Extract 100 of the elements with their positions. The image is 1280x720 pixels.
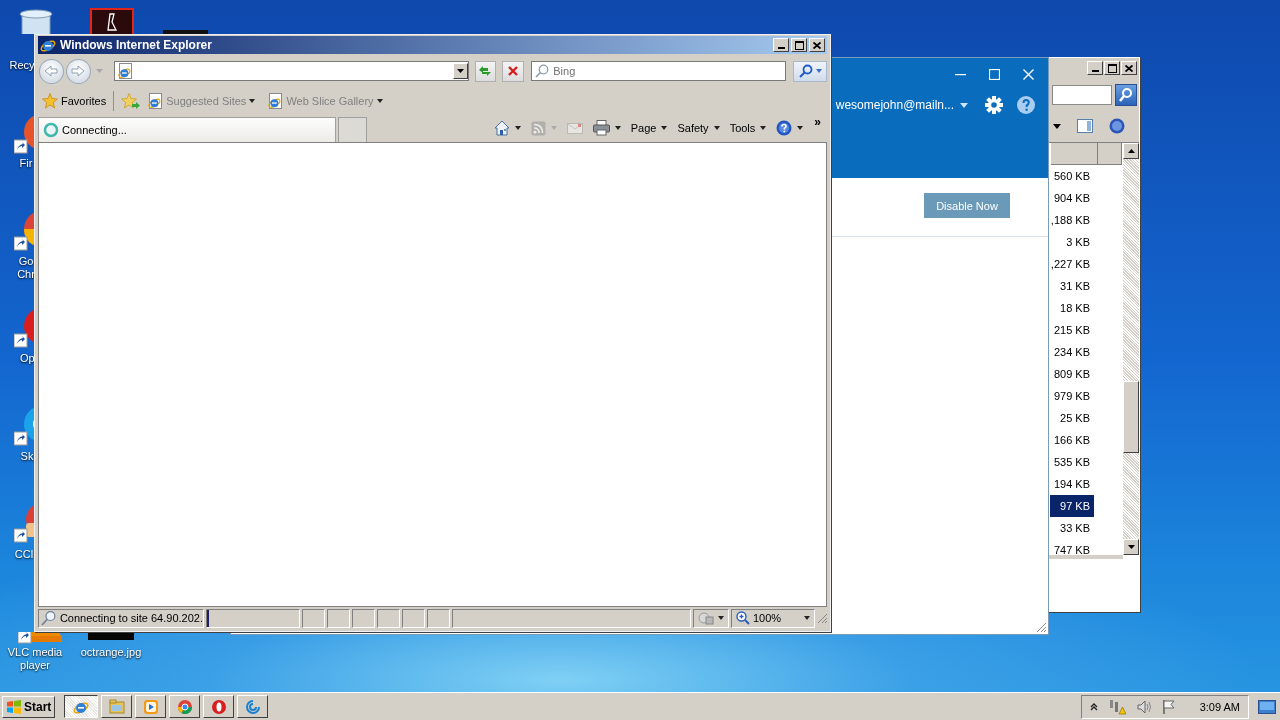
column-header[interactable] [1051, 143, 1098, 165]
minimize-button[interactable] [1087, 61, 1103, 75]
status-pane [427, 608, 450, 628]
show-desktop-icon[interactable] [1258, 699, 1276, 714]
file-size-cell[interactable]: 33 KB [1050, 516, 1094, 539]
file-size-cell[interactable]: 18 KB [1050, 296, 1094, 319]
search-icon [41, 610, 57, 626]
start-button[interactable]: Start [2, 695, 56, 718]
menu-button[interactable]: Page [628, 116, 670, 140]
folder-icon [108, 698, 125, 715]
window-title: Windows Internet Explorer [60, 38, 213, 52]
search-field[interactable]: Bing [531, 61, 787, 81]
scroll-down-button[interactable] [1123, 539, 1139, 555]
status-pane [352, 608, 375, 628]
stop-icon [507, 65, 520, 77]
close-icon [1022, 68, 1034, 80]
browser-tab[interactable]: Connecting... [38, 117, 336, 142]
file-size-cell[interactable]: 215 KB [1050, 318, 1094, 341]
status-text: Connecting to site 64.90.202. [38, 608, 204, 628]
help-icon [776, 120, 793, 136]
file-size-cell[interactable]: 747 KB [1050, 538, 1094, 555]
icon-label[interactable]: Op [20, 352, 34, 365]
chevron-up-icon[interactable] [1089, 702, 1098, 711]
play-icon [142, 698, 159, 715]
flag-icon[interactable] [1161, 698, 1176, 715]
file-size-cell[interactable]: 979 KB [1050, 384, 1094, 407]
status-pane [302, 608, 325, 628]
overflow-button[interactable]: » [811, 115, 824, 129]
close-button[interactable] [809, 38, 825, 52]
settings-icon[interactable] [985, 96, 1003, 114]
file-size-cell[interactable]: 194 KB [1050, 472, 1094, 495]
icon-label[interactable]: Go Chr [17, 255, 35, 281]
lock-icon [698, 611, 714, 625]
resize-grip-icon[interactable] [1036, 622, 1046, 632]
preview-pane-icon[interactable] [1077, 119, 1093, 133]
maximize-icon [1107, 63, 1117, 73]
file-size-cell[interactable]: 904 KB [1050, 186, 1094, 209]
icon-label[interactable]: Sk [20, 450, 34, 463]
file-size-cell[interactable]: 97 KB [1050, 494, 1094, 517]
caret-icon [804, 616, 810, 620]
favorites-button[interactable]: Favorites [42, 93, 107, 109]
caret-icon [960, 102, 968, 108]
status-pane [377, 608, 400, 628]
protected-mode-button[interactable] [693, 608, 729, 628]
icon-label[interactable]: Fir [19, 157, 33, 170]
taskbar-button[interactable] [64, 695, 99, 718]
scroll-thumb[interactable] [1123, 381, 1139, 453]
star-icon [42, 93, 58, 109]
file-size-cell[interactable]: ,188 KB [1050, 208, 1094, 231]
caret-icon [249, 99, 256, 103]
loading-icon [43, 122, 59, 138]
resize-grip-icon[interactable] [817, 613, 827, 623]
stop-button[interactable] [502, 60, 525, 82]
close-icon [813, 41, 821, 49]
menu-button[interactable]: Safety [675, 116, 722, 140]
browser-icon [40, 37, 56, 53]
network-warning-icon[interactable] [1107, 698, 1126, 715]
maximize-icon [988, 68, 1000, 80]
close-icon [1125, 64, 1133, 72]
file-size-cell[interactable]: 3 KB [1050, 230, 1094, 253]
file-size-cell[interactable]: 234 KB [1050, 340, 1094, 363]
back-arrow-icon [44, 65, 59, 77]
refresh-button[interactable] [474, 60, 497, 82]
clock[interactable]: 3:09 AM [1199, 700, 1240, 713]
file-size-cell[interactable]: 535 KB [1050, 450, 1094, 473]
minimize-button[interactable] [773, 38, 789, 52]
caret-icon [514, 126, 521, 130]
help-icon[interactable] [1109, 118, 1125, 134]
envelope-icon [566, 120, 583, 136]
account-menu[interactable]: wesomejohn@mailn... [835, 98, 968, 112]
zoom-button[interactable]: 100% [731, 608, 815, 628]
file-size-cell[interactable]: 560 KB [1050, 164, 1094, 187]
address-field[interactable] [113, 61, 469, 81]
swirl-icon [244, 698, 261, 715]
file-size-cell[interactable]: ,227 KB [1050, 252, 1094, 275]
file-size-cell[interactable]: 31 KB [1050, 274, 1094, 297]
file-size-cell[interactable]: 25 KB [1050, 406, 1094, 429]
close-button[interactable] [1121, 61, 1137, 75]
search-field[interactable] [1052, 85, 1112, 105]
maximize-button[interactable] [1104, 61, 1120, 75]
home-icon [493, 120, 510, 136]
menu-button[interactable]: Tools [727, 116, 769, 140]
minimize-icon [1091, 70, 1099, 72]
scroll-up-button[interactable] [1123, 143, 1139, 159]
feed-icon [530, 120, 546, 136]
help-icon[interactable] [1017, 96, 1035, 114]
status-pane [327, 608, 350, 628]
file-size-cell[interactable]: 166 KB [1050, 428, 1094, 451]
minimize-icon [777, 47, 785, 49]
search-button[interactable] [793, 60, 827, 82]
maximize-button[interactable] [791, 38, 807, 52]
caret-icon [661, 126, 668, 130]
scrollbar[interactable] [1123, 143, 1139, 555]
search-button[interactable] [1115, 84, 1137, 106]
file-size-cell[interactable]: 809 KB [1050, 362, 1094, 385]
icon-label[interactable]: Recy [9, 59, 35, 72]
speaker-icon[interactable] [1135, 698, 1152, 715]
zoom-icon [736, 611, 750, 625]
icon-label[interactable]: CCl [14, 548, 34, 561]
caret-icon[interactable] [1053, 123, 1061, 129]
